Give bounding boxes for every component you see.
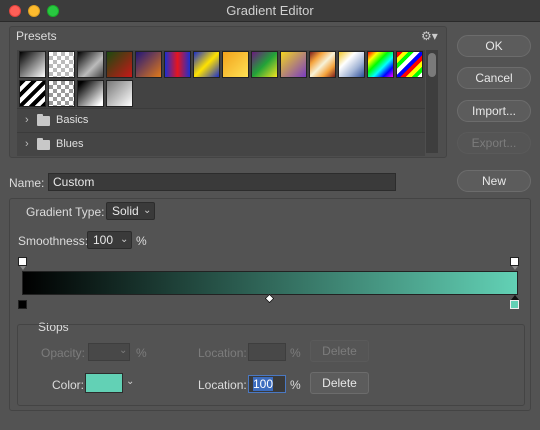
gradient-bar[interactable]	[22, 271, 518, 295]
gradient-type-value: Solid	[112, 204, 139, 218]
color-swatch[interactable]	[85, 373, 123, 393]
new-button[interactable]: New	[457, 170, 531, 192]
opacity-stop-right[interactable]	[510, 257, 519, 270]
opacity-stop-left[interactable]	[18, 257, 27, 270]
preset-swatch[interactable]	[280, 51, 307, 78]
opacity-delete-button[interactable]: Delete	[310, 340, 369, 362]
window-title: Gradient Editor	[226, 3, 314, 18]
color-stop-right[interactable]	[510, 300, 519, 309]
folder-label: Basics	[56, 114, 89, 126]
preset-swatch[interactable]	[48, 51, 75, 78]
name-label: Name:	[9, 176, 45, 190]
gradient-type-label: Gradient Type:	[26, 205, 105, 219]
minimize-window-button[interactable]	[28, 5, 40, 17]
chevron-down-icon: ⌄	[119, 345, 128, 356]
preset-swatch[interactable]	[193, 51, 220, 78]
smoothness-label: Smoothness:	[18, 234, 89, 248]
preset-folder-basics[interactable]: › Basics	[17, 108, 425, 132]
color-location-field[interactable]: 100	[248, 375, 286, 393]
color-delete-button[interactable]: Delete	[310, 372, 369, 394]
name-field[interactable]: Custom	[48, 173, 396, 191]
chevron-right-icon: ›	[25, 138, 29, 150]
preset-swatch[interactable]	[222, 51, 249, 78]
presets-title: Presets	[16, 29, 57, 43]
color-label: Color:	[52, 378, 85, 392]
opacity-location-label: Location:	[198, 346, 247, 360]
preset-swatch[interactable]	[19, 80, 46, 107]
cancel-button[interactable]: Cancel	[457, 67, 531, 89]
color-location-value: 100	[253, 377, 274, 391]
preset-swatch[interactable]	[338, 51, 365, 78]
ok-button[interactable]: OK	[457, 35, 531, 57]
chevron-down-icon: ⌄	[143, 205, 152, 216]
folder-icon	[37, 138, 50, 150]
preset-swatch[interactable]	[106, 80, 133, 107]
smoothness-value: 100	[93, 233, 114, 247]
stops-panel	[17, 324, 525, 406]
folder-icon	[37, 114, 50, 126]
color-stop-left[interactable]	[18, 300, 27, 309]
close-window-button[interactable]	[9, 5, 21, 17]
opacity-unit: %	[136, 346, 147, 360]
import-button[interactable]: Import...	[457, 100, 531, 122]
color-location-unit: %	[290, 378, 301, 392]
preset-swatch[interactable]	[164, 51, 191, 78]
presets-scroll-thumb[interactable]	[428, 53, 436, 77]
preset-swatch[interactable]	[19, 51, 46, 78]
preset-folder-blues[interactable]: › Blues	[17, 132, 425, 156]
export-button[interactable]: Export...	[457, 132, 531, 154]
preset-swatch[interactable]	[77, 51, 104, 78]
title-bar: Gradient Editor	[0, 0, 540, 22]
preset-swatch[interactable]	[309, 51, 336, 78]
preset-swatch[interactable]	[48, 80, 75, 107]
chevron-down-icon: ⌄	[120, 234, 129, 245]
color-location-label: Location:	[198, 378, 247, 392]
preset-swatch[interactable]	[106, 51, 133, 78]
zoom-window-button[interactable]	[47, 5, 59, 17]
preset-swatch[interactable]	[396, 51, 423, 78]
smoothness-unit: %	[136, 234, 147, 248]
chevron-right-icon: ›	[25, 114, 29, 126]
opacity-location-unit: %	[290, 346, 301, 360]
preset-swatch[interactable]	[135, 51, 162, 78]
opacity-label: Opacity:	[41, 346, 86, 360]
chevron-down-icon: ⌄	[126, 376, 135, 387]
preset-swatch[interactable]	[77, 80, 104, 107]
opacity-location-field[interactable]	[248, 343, 286, 361]
smoothness-select[interactable]: 100 ⌄	[87, 231, 132, 249]
preset-swatch[interactable]	[367, 51, 394, 78]
preset-swatch[interactable]	[251, 51, 278, 78]
presets-swatch-grid	[17, 50, 425, 108]
gradient-type-select[interactable]: Solid ⌄	[106, 202, 155, 220]
gear-icon[interactable]: ⚙▾	[421, 29, 438, 43]
folder-label: Blues	[56, 138, 84, 150]
